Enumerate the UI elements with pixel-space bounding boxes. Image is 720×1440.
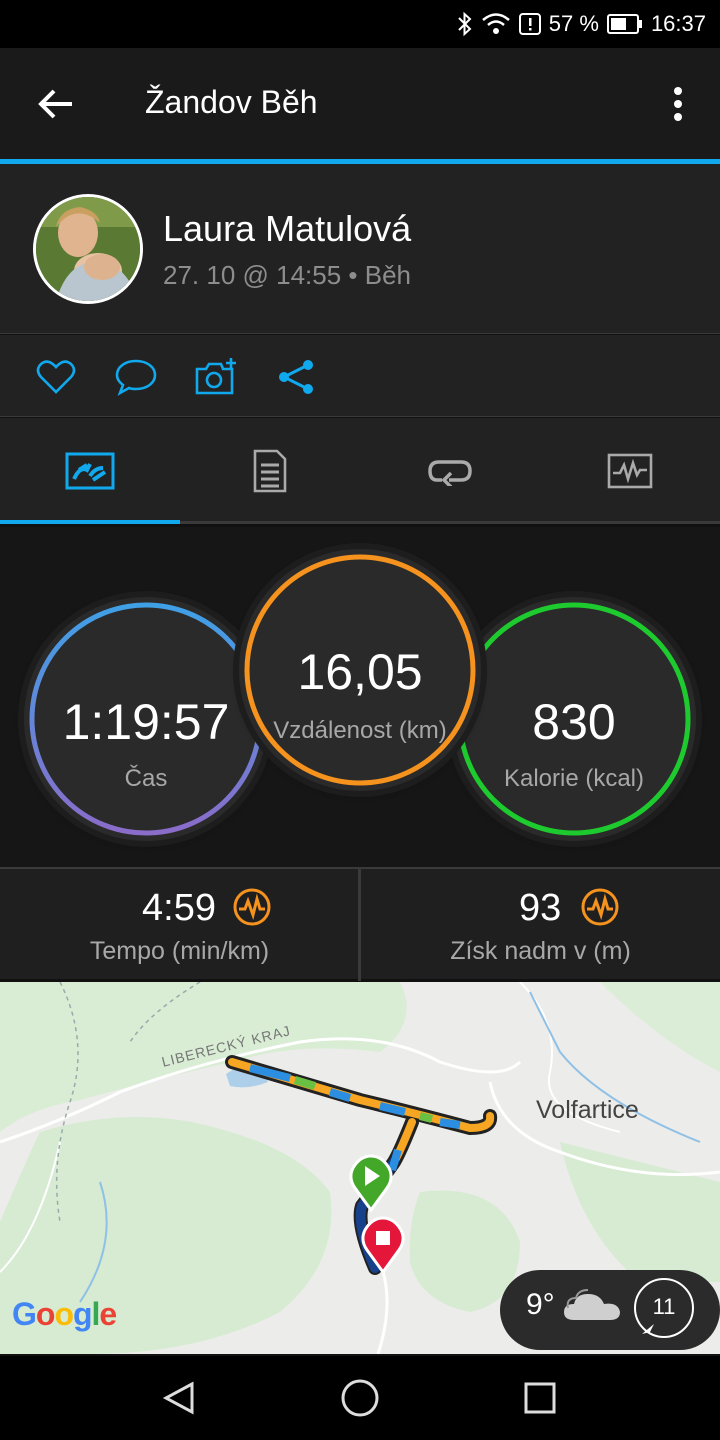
tab-charts[interactable]: [540, 418, 720, 524]
time-value: 1:19:57: [62, 694, 230, 750]
time-stat: 1:19:57 Čas: [24, 597, 268, 841]
weather-widget[interactable]: 9° 11: [500, 1270, 720, 1350]
share-icon: [279, 360, 313, 394]
social-actions: [0, 335, 720, 417]
more-vertical-icon: [674, 87, 682, 121]
bluetooth-icon: [457, 11, 473, 37]
tab-overview[interactable]: [0, 418, 180, 524]
google-letter: o: [35, 1296, 56, 1332]
pace-chart-icon: [233, 888, 271, 926]
status-bar: 57 % 16:37: [0, 0, 720, 48]
google-letter: g: [72, 1296, 93, 1332]
pace-stat[interactable]: 4:59 Tempo (min/km): [0, 869, 359, 979]
elevation-value: 93: [519, 887, 562, 929]
pace-label: Tempo (min/km): [89, 937, 270, 965]
town-label: Volfartice: [536, 1096, 639, 1124]
calories-label: Kalorie (kcal): [503, 765, 645, 792]
share-button[interactable]: [274, 355, 318, 399]
back-button[interactable]: [26, 78, 86, 130]
tab-laps[interactable]: [360, 418, 540, 524]
google-letter: e: [99, 1296, 117, 1332]
secondary-stats: 4:59 Tempo (min/km) 93 Získ nadm v (m): [0, 867, 720, 981]
wind-direction-icon: [642, 1324, 654, 1334]
add-photo-button[interactable]: [194, 355, 238, 399]
cloud-icon: [564, 1289, 620, 1320]
app-bar: Žandov Běh: [0, 48, 720, 160]
battery-percent: 57 %: [548, 11, 599, 36]
triangle-back-icon: [162, 1381, 194, 1415]
elevation-chart-icon: [581, 888, 619, 926]
heart-icon: [36, 360, 76, 394]
pace-value: 4:59: [142, 887, 216, 929]
weather-temp: 9°: [526, 1288, 555, 1321]
nav-recents-button[interactable]: [512, 1370, 568, 1426]
more-options-button[interactable]: [658, 78, 698, 130]
user-name[interactable]: Laura Matulová: [163, 208, 411, 250]
activity-tabs: [0, 418, 720, 524]
activity-header: Laura Matulová 27. 10 @ 14:55 • Běh: [0, 164, 720, 334]
tab-details[interactable]: [180, 418, 360, 524]
time-label: Čas: [124, 765, 168, 792]
wind-indicator: 11: [634, 1278, 694, 1338]
camera-plus-icon: [195, 358, 236, 395]
comment-button[interactable]: [114, 355, 158, 399]
arrow-left-icon: [38, 89, 72, 119]
route-map[interactable]: LIBERECKÝ KRAJ Volfartice Google 9° 11: [0, 982, 720, 1354]
nav-back-button[interactable]: [152, 1370, 208, 1426]
system-nav-bar: [0, 1356, 720, 1440]
chart-icon: [607, 453, 653, 489]
like-button[interactable]: [34, 355, 78, 399]
elevation-stat[interactable]: 93 Získ nadm v (m): [361, 869, 720, 979]
elevation-label: Získ nadm v (m): [450, 937, 631, 965]
summary-stats: 1:19:57 Čas 830 Kalorie (kcal) 16,05 Vzd…: [0, 527, 720, 867]
document-list-icon: [253, 449, 287, 493]
wind-value: 11: [652, 1294, 676, 1319]
distance-stat: 16,05 Vzdálenost (km): [239, 549, 481, 791]
activity-meta: 27. 10 @ 14:55 • Běh: [163, 260, 412, 290]
clock: 16:37: [650, 11, 706, 36]
distance-label: Vzdálenost (km): [273, 717, 447, 744]
wifi-icon: [481, 12, 511, 36]
circle-home-icon: [341, 1379, 379, 1417]
calories-value: 830: [532, 694, 616, 750]
battery-icon: [606, 14, 643, 34]
square-recents-icon: [524, 1382, 556, 1414]
nav-home-button[interactable]: [332, 1370, 388, 1426]
page-title: Žandov Běh: [145, 84, 318, 120]
tab-indicator: [0, 520, 180, 524]
laps-icon: [428, 460, 472, 486]
calories-stat: 830 Kalorie (kcal): [452, 597, 696, 841]
alert-icon: [518, 13, 541, 35]
distance-value: 16,05: [297, 644, 423, 700]
avatar[interactable]: [33, 194, 143, 304]
start-marker-icon: [349, 1154, 393, 1212]
google-letter: G: [12, 1296, 37, 1332]
google-letter: o: [54, 1296, 74, 1332]
overview-icon: [65, 452, 115, 490]
finish-marker-icon: [361, 1216, 405, 1274]
google-logo: Google: [12, 1296, 117, 1333]
comment-icon: [115, 359, 157, 396]
